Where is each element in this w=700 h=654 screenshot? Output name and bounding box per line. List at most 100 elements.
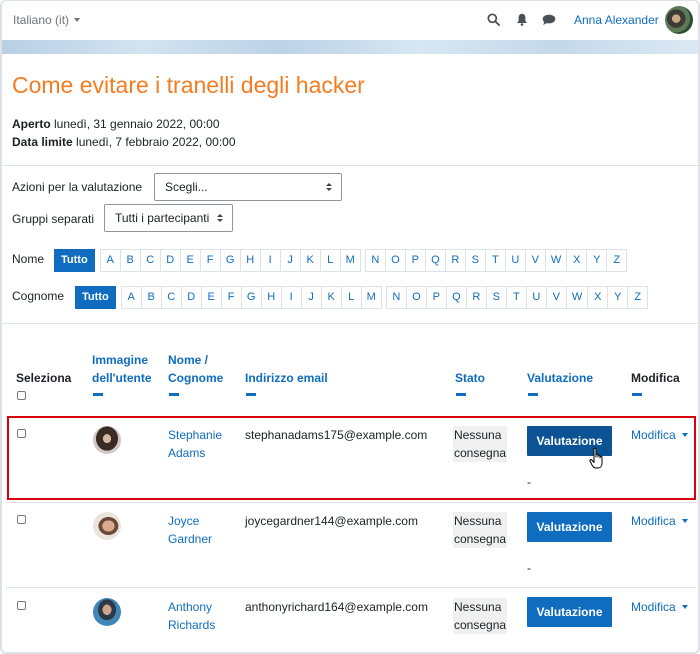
grade-value: - [527, 475, 531, 489]
header-status[interactable]: Stato [455, 369, 485, 387]
select-all-checkbox[interactable] [17, 391, 26, 400]
first-name-letter-i[interactable]: I [259, 249, 281, 272]
first-name-all-button[interactable]: Tutto [54, 249, 95, 272]
collapse-icon[interactable] [169, 393, 179, 396]
user-name-link[interactable]: Stephanie Adams [168, 426, 222, 462]
first-name-letter-r[interactable]: R [444, 249, 466, 272]
header-name[interactable]: Nome / Cognome [168, 351, 223, 387]
first-name-letter-t[interactable]: T [484, 249, 506, 272]
first-name-letter-q[interactable]: Q [424, 249, 446, 272]
last-name-letter-g[interactable]: G [240, 286, 262, 309]
last-name-letter-c[interactable]: C [160, 286, 182, 309]
user-menu[interactable]: Anna Alexander [574, 13, 659, 27]
user-name-link[interactable]: Joyce Gardner [168, 512, 212, 548]
last-name-letter-j[interactable]: J [300, 286, 322, 309]
groups-select[interactable]: Tutti i partecipanti [104, 204, 233, 232]
last-name-letter-i[interactable]: I [280, 286, 302, 309]
user-email: joycegardner144@example.com [245, 514, 418, 528]
edit-menu[interactable]: Modifica [631, 600, 688, 614]
last-name-all-button[interactable]: Tutto [75, 286, 116, 309]
first-name-letter-f[interactable]: F [199, 249, 221, 272]
user-avatar [93, 426, 121, 454]
first-name-letter-s[interactable]: S [464, 249, 486, 272]
grade-value: - [527, 561, 531, 575]
first-name-letter-h[interactable]: H [239, 249, 261, 272]
last-name-letter-b[interactable]: B [140, 286, 162, 309]
last-name-letter-k[interactable]: K [320, 286, 342, 309]
first-name-letter-z[interactable]: Z [606, 249, 628, 272]
row-checkbox[interactable] [17, 429, 26, 438]
first-name-initials-bar: Tutto A B C D E F G H I J K L M N O P Q R S T U V W X Y Z [54, 249, 628, 272]
first-name-letter-w[interactable]: W [544, 249, 568, 272]
first-name-letter-k[interactable]: K [299, 249, 321, 272]
user-email: stephanadams175@example.com [245, 428, 428, 442]
last-name-letter-m[interactable]: M [360, 286, 382, 309]
first-name-letter-x[interactable]: X [566, 249, 588, 272]
last-name-letter-r[interactable]: R [465, 286, 487, 309]
first-name-letter-o[interactable]: O [384, 249, 406, 272]
collapse-icon[interactable] [456, 393, 466, 396]
due-date: Data limite lunedì, 7 febbraio 2022, 00:… [12, 135, 236, 149]
row-checkbox[interactable] [17, 515, 26, 524]
last-name-letter-t[interactable]: T [505, 286, 527, 309]
user-name-link[interactable]: Anthony Richards [168, 598, 215, 634]
user-avatar [93, 598, 121, 626]
header-edit: Modifica [631, 371, 680, 385]
last-name-letter-n[interactable]: N [385, 286, 407, 309]
row-checkbox[interactable] [17, 601, 26, 610]
chat-icon[interactable] [542, 14, 556, 26]
bell-icon[interactable] [516, 13, 528, 26]
last-name-letter-h[interactable]: H [260, 286, 282, 309]
user-avatar [93, 512, 121, 540]
grade-button[interactable]: Valutazione [527, 597, 612, 627]
first-name-letter-g[interactable]: G [219, 249, 241, 272]
first-name-letter-u[interactable]: U [504, 249, 526, 272]
language-label: Italiano (it) [13, 13, 70, 27]
last-name-letter-f[interactable]: F [220, 286, 242, 309]
first-name-letter-d[interactable]: D [159, 249, 181, 272]
first-name-letter-p[interactable]: P [404, 249, 426, 272]
last-name-letter-d[interactable]: D [180, 286, 202, 309]
first-name-letter-v[interactable]: V [524, 249, 546, 272]
first-name-letter-e[interactable]: E [179, 249, 201, 272]
last-name-letter-w[interactable]: W [565, 286, 589, 309]
user-avatar[interactable] [665, 6, 693, 34]
collapse-icon[interactable] [632, 393, 642, 396]
header-user-image[interactable]: Immagine dell'utente [92, 351, 152, 387]
last-name-letter-o[interactable]: O [405, 286, 427, 309]
last-name-letter-s[interactable]: S [485, 286, 507, 309]
header-grade[interactable]: Valutazione [527, 369, 593, 387]
last-name-letter-v[interactable]: V [545, 286, 567, 309]
user-email: anthonyrichard164@example.com [245, 600, 428, 614]
edit-menu[interactable]: Modifica [631, 514, 688, 528]
last-name-letter-e[interactable]: E [200, 286, 222, 309]
grading-actions-select[interactable]: Scegli... [154, 173, 342, 201]
first-name-letter-a[interactable]: A [99, 249, 121, 272]
collapse-icon[interactable] [528, 393, 538, 396]
first-name-letter-l[interactable]: L [319, 249, 341, 272]
first-name-letter-n[interactable]: N [364, 249, 386, 272]
language-menu[interactable]: Italiano (it) [13, 13, 81, 27]
last-name-letter-a[interactable]: A [120, 286, 142, 309]
grade-button[interactable]: Valutazione [527, 512, 612, 542]
last-name-letter-q[interactable]: Q [445, 286, 467, 309]
search-icon[interactable] [487, 13, 500, 26]
first-name-letter-b[interactable]: B [119, 249, 141, 272]
header-email[interactable]: Indirizzo email [245, 369, 328, 387]
last-name-letter-l[interactable]: L [340, 286, 362, 309]
last-name-filter-label: Cognome [12, 289, 65, 303]
last-name-letter-z[interactable]: Z [627, 286, 649, 309]
last-name-letter-x[interactable]: X [587, 286, 609, 309]
edit-menu[interactable]: Modifica [631, 428, 688, 442]
last-name-letter-y[interactable]: Y [607, 286, 629, 309]
select-arrows-icon [217, 214, 223, 224]
first-name-letter-c[interactable]: C [139, 249, 161, 272]
first-name-letter-m[interactable]: M [339, 249, 361, 272]
last-name-letter-u[interactable]: U [525, 286, 547, 309]
status-badge: Nessuna consegna [453, 426, 508, 462]
collapse-icon[interactable] [93, 393, 103, 396]
first-name-letter-j[interactable]: J [279, 249, 301, 272]
last-name-letter-p[interactable]: P [425, 286, 447, 309]
first-name-letter-y[interactable]: Y [586, 249, 608, 272]
collapse-icon[interactable] [246, 393, 256, 396]
